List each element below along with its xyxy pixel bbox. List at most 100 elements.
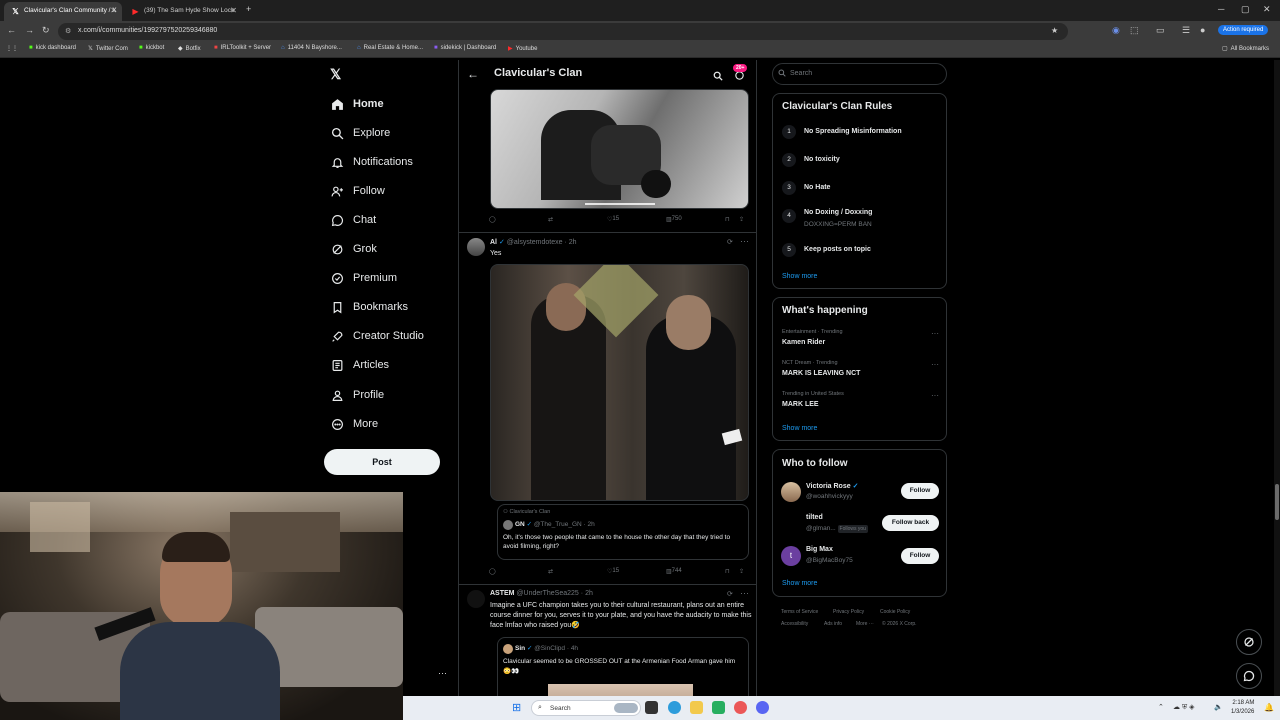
trend-name[interactable]: MARK IS LEAVING NCT: [782, 370, 860, 377]
tray-icons[interactable]: ☁ ⛨ ◈: [1173, 703, 1195, 712]
bookmark-item[interactable]: ■ kick dashboard: [29, 45, 76, 51]
avatar[interactable]: t: [781, 546, 801, 566]
windows-start-icon[interactable]: ⊞: [512, 701, 521, 714]
nav-grok[interactable]: Grok: [330, 237, 377, 261]
bookmark-icon[interactable]: ⊓: [725, 216, 730, 223]
user-name[interactable]: tilted: [806, 514, 823, 521]
post-video[interactable]: [490, 264, 749, 501]
forward-icon[interactable]: →: [25, 25, 34, 35]
notification-bell-icon[interactable]: 🔔: [1264, 703, 1274, 712]
x-logo-icon[interactable]: 𝕏: [330, 66, 341, 83]
nav-more[interactable]: More: [330, 412, 378, 436]
browser-tab[interactable]: ▶ (39) The Sam Hyde Show Lock ✕: [124, 2, 242, 21]
nav-home[interactable]: Home: [330, 92, 384, 116]
network-icon[interactable]: 🔈: [1214, 703, 1223, 711]
extension-icon[interactable]: ◉: [1112, 25, 1120, 36]
user-handle[interactable]: @glman... Follows you: [806, 525, 868, 533]
file-explorer-icon[interactable]: [690, 701, 703, 714]
like-button[interactable]: ♡ 15: [607, 216, 619, 223]
search-icon[interactable]: [713, 68, 723, 86]
star-icon[interactable]: ★: [1051, 26, 1058, 35]
reply-icon[interactable]: ◯: [489, 216, 496, 223]
edge-icon[interactable]: [668, 701, 681, 714]
author-name[interactable]: ASTEM: [490, 590, 515, 597]
bookmark-item[interactable]: ■ kickbot: [139, 45, 164, 51]
extensions-puzzle-icon[interactable]: ⬚: [1130, 25, 1139, 36]
taskbar-search[interactable]: ⌕ Search: [531, 700, 641, 716]
nav-articles[interactable]: Articles: [330, 353, 389, 377]
avatar[interactable]: [467, 590, 485, 608]
nav-notifications[interactable]: Notifications: [330, 150, 413, 174]
nav-profile[interactable]: Profile: [330, 383, 384, 407]
footer-link[interactable]: Accessibility: [781, 621, 808, 627]
follow-back-button[interactable]: Follow back: [882, 515, 939, 531]
trend-name[interactable]: Kamen Rider: [782, 339, 825, 346]
taskbar-clock[interactable]: 2:18 AM 1/3/2026: [1231, 699, 1254, 717]
bookmark-item[interactable]: ⌂ 11404 N Bayshore...: [281, 45, 342, 51]
bookmark-item[interactable]: ■ IRLToolkit + Server: [214, 45, 271, 51]
more-options-icon[interactable]: ···: [740, 236, 749, 246]
tray-chevron-icon[interactable]: ⌃: [1158, 703, 1164, 711]
repost-community-icon[interactable]: ⟳: [727, 238, 733, 246]
user-handle[interactable]: @BigMacBoy75: [806, 557, 853, 564]
bookmark-item[interactable]: ■ sidekick | Dashboard: [434, 45, 496, 51]
apps-icon[interactable]: ⋮⋮: [6, 45, 18, 52]
grok-button[interactable]: [1236, 629, 1262, 655]
more-options-icon[interactable]: ···: [931, 360, 939, 369]
minimize-icon[interactable]: ─: [1218, 4, 1224, 14]
scrollbar[interactable]: [1274, 60, 1280, 696]
nav-explore[interactable]: Explore: [330, 121, 390, 145]
close-window-icon[interactable]: ✕: [1263, 4, 1271, 15]
footer-link[interactable]: Terms of Service: [781, 609, 818, 615]
like-button[interactable]: ♡ 15: [607, 568, 619, 575]
post-button[interactable]: Post: [324, 449, 440, 475]
app-icon[interactable]: [712, 701, 725, 714]
bookmark-item[interactable]: 𝕏 Twitter Com: [88, 45, 128, 52]
repost-icon[interactable]: ⇄: [548, 568, 553, 575]
footer-link[interactable]: Privacy Policy: [833, 609, 864, 615]
close-tab-icon[interactable]: ✕: [230, 6, 237, 15]
views-count[interactable]: ▥ 750: [666, 216, 682, 223]
address-bar[interactable]: ⚙ x.com/i/communities/199279752025934688…: [58, 23, 1068, 40]
taskview-icon[interactable]: [645, 701, 658, 714]
site-info-icon[interactable]: ⚙: [65, 27, 71, 35]
user-name[interactable]: Big Max: [806, 546, 833, 553]
more-options-icon[interactable]: ···: [931, 329, 939, 338]
quote-media[interactable]: [548, 684, 693, 696]
show-more-link[interactable]: Show more: [782, 273, 817, 280]
browser-tab-active[interactable]: 𝕏 Clavicular's Clan Community / X ✕: [4, 2, 122, 21]
share-icon[interactable]: ⇪: [739, 568, 744, 575]
user-handle[interactable]: @woahhvickyyy: [806, 493, 853, 500]
follow-button[interactable]: Follow: [901, 548, 939, 564]
reload-icon[interactable]: ↻: [42, 25, 50, 36]
post-video[interactable]: [490, 89, 749, 209]
more-options-icon[interactable]: ···: [931, 391, 939, 400]
nav-bookmarks[interactable]: Bookmarks: [330, 295, 408, 319]
reply-icon[interactable]: ◯: [489, 568, 496, 575]
user-name[interactable]: Victoria Rose ✓: [806, 482, 858, 490]
nav-creator-studio[interactable]: Creator Studio: [330, 324, 424, 348]
back-arrow-icon[interactable]: ←: [467, 67, 479, 81]
footer-link[interactable]: More ···: [856, 621, 874, 627]
avatar[interactable]: [781, 514, 801, 534]
close-tab-icon[interactable]: ✕: [110, 6, 117, 15]
bookmark-item[interactable]: ▶ Youtube: [508, 45, 537, 52]
avatar[interactable]: [781, 482, 801, 502]
nav-follow[interactable]: Follow: [330, 179, 385, 203]
show-more-link[interactable]: Show more: [782, 425, 817, 432]
messages-button[interactable]: [1236, 663, 1262, 689]
post-time[interactable]: 2h: [569, 239, 577, 246]
new-tab-button[interactable]: +: [246, 4, 251, 14]
views-count[interactable]: ▥ 744: [666, 568, 682, 575]
chrome-icon[interactable]: [734, 701, 747, 714]
action-required-button[interactable]: Action required: [1218, 25, 1269, 35]
quote-post[interactable]: ⚇ Clavicular's Clan GN ✓ @The_True_GN · …: [497, 504, 749, 560]
account-more-icon[interactable]: ···: [438, 668, 447, 678]
quote-post[interactable]: Sin ✓ @SinClipd · 4h Clavicular seemed t…: [497, 637, 749, 696]
scrollbar-thumb[interactable]: [1275, 484, 1279, 520]
author-name[interactable]: Al: [490, 239, 497, 246]
search-input[interactable]: Search: [772, 63, 947, 85]
all-bookmarks[interactable]: ▢ All Bookmarks: [1222, 45, 1269, 52]
avatar[interactable]: [467, 238, 485, 256]
nav-chat[interactable]: Chat: [330, 208, 376, 232]
